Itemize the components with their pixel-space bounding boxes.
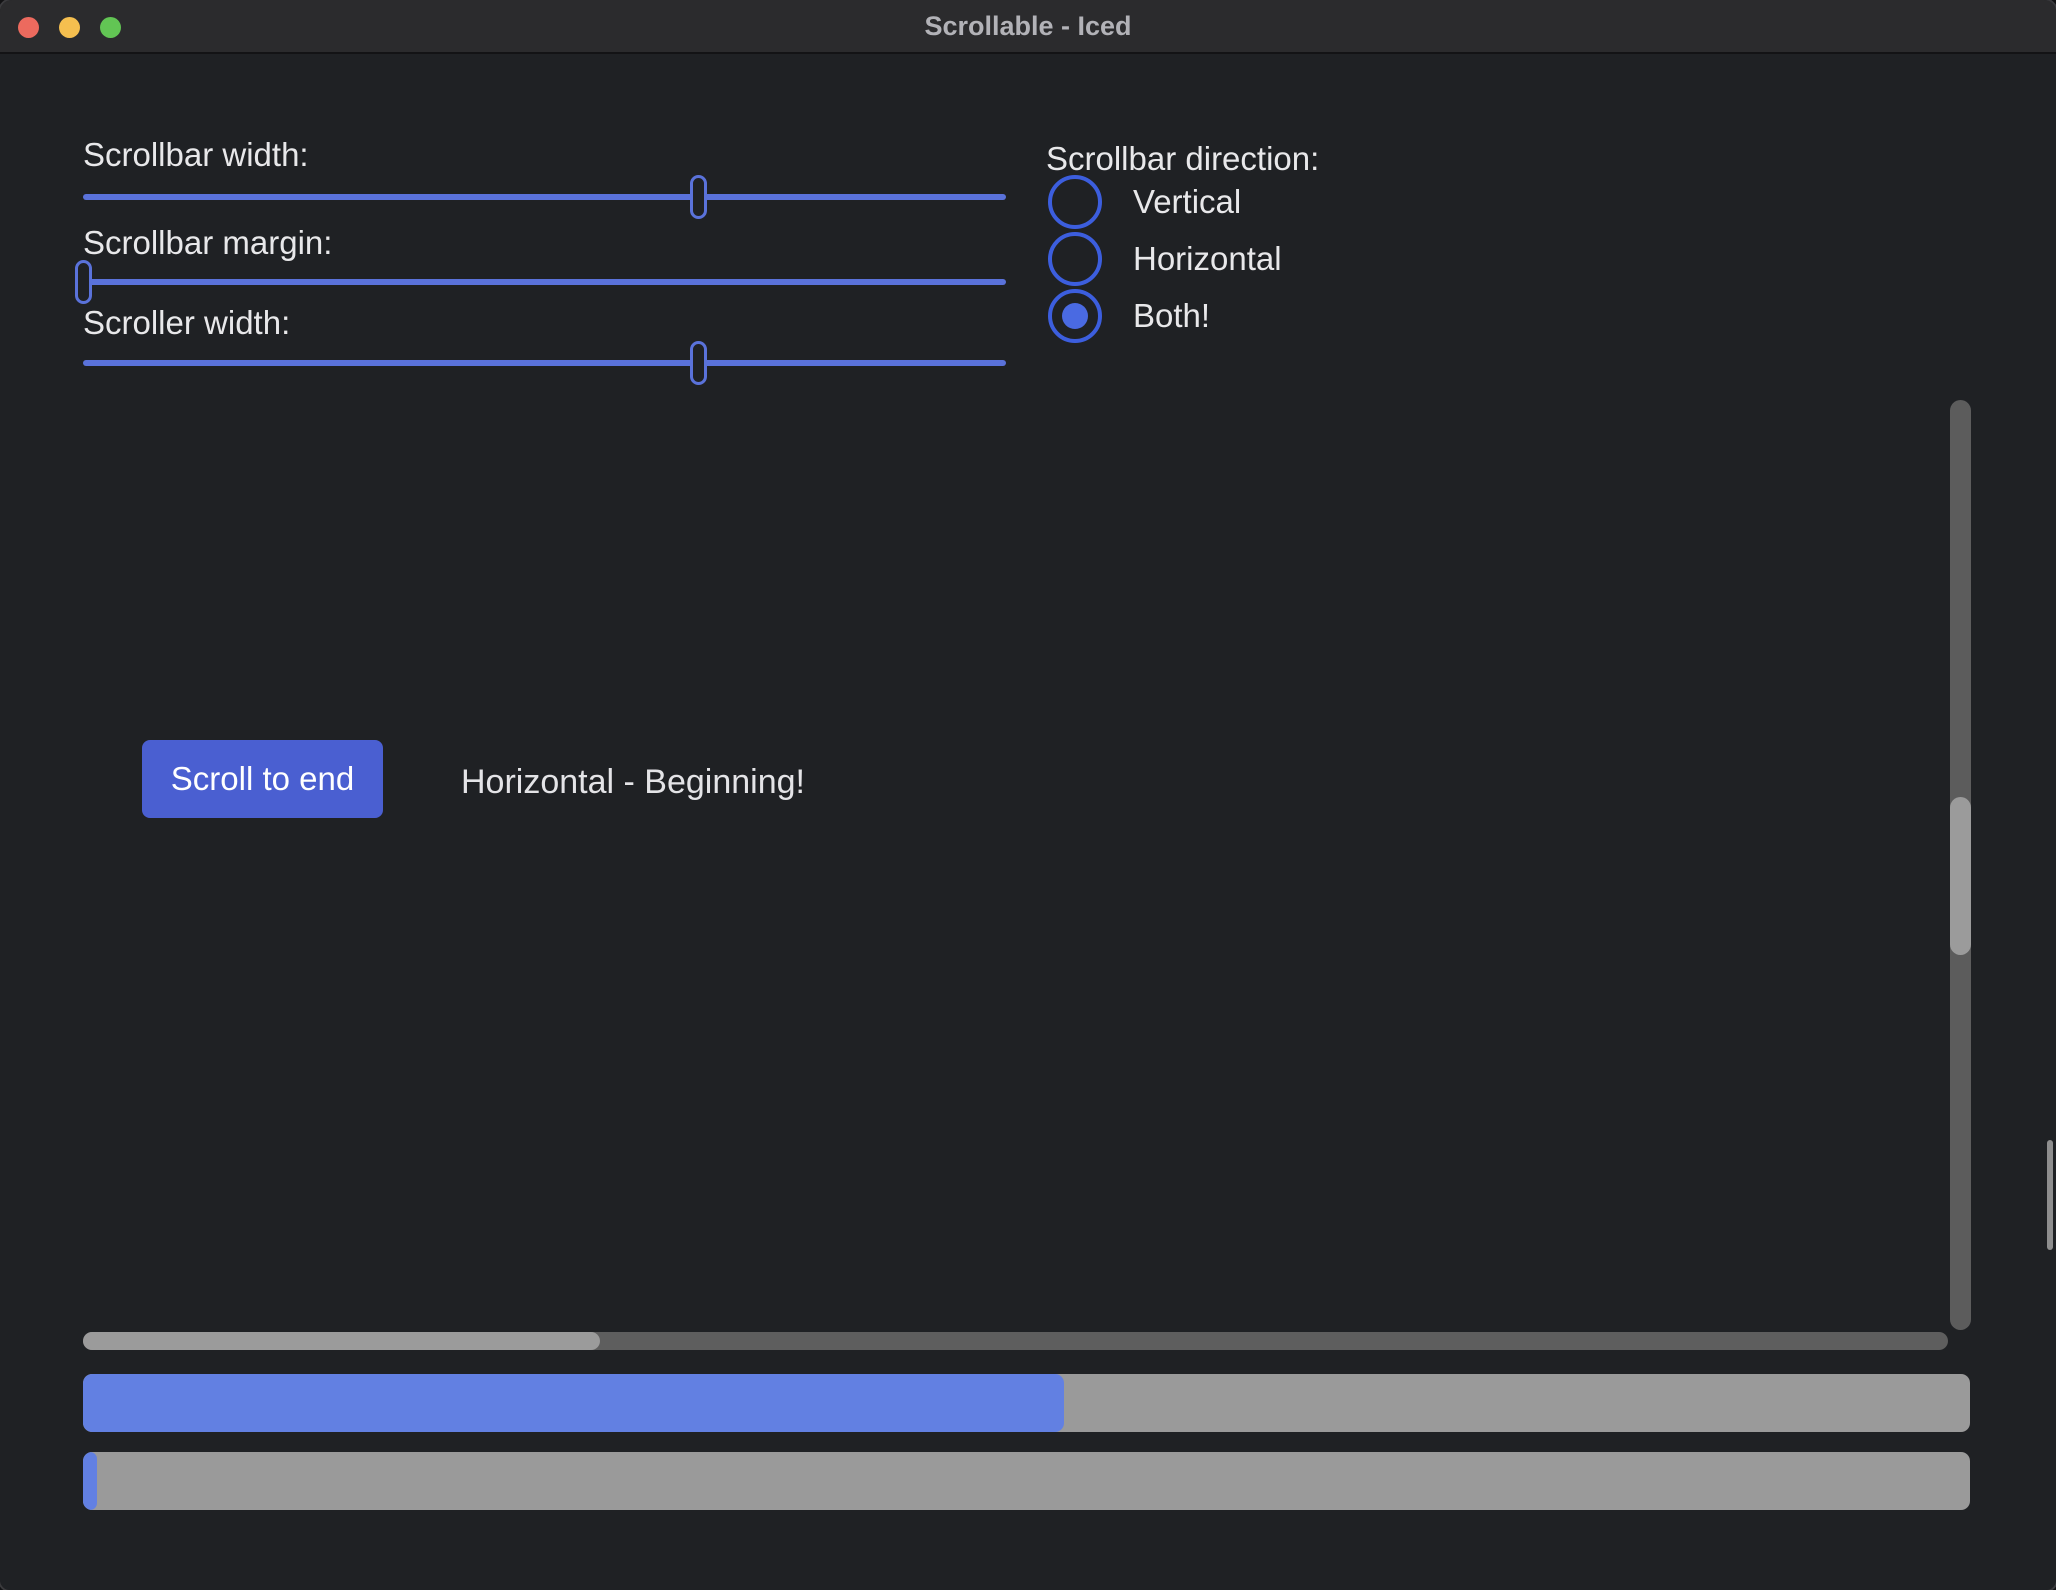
radio-both[interactable]	[1048, 289, 1102, 343]
titlebar: Scrollable - Iced	[0, 0, 2056, 54]
vertical-scrollbar-thumb[interactable]	[1950, 797, 1971, 955]
horizontal-scroll-progressbar	[83, 1452, 1970, 1510]
vertical-scroll-progressbar	[83, 1374, 1970, 1432]
scroller-width-slider[interactable]	[83, 360, 1006, 366]
scrollbar-direction-label: Scrollbar direction:	[1046, 140, 1319, 178]
radio-both-label[interactable]: Both!	[1133, 299, 1210, 333]
radio-dot-icon	[1062, 303, 1088, 329]
radio-vertical[interactable]	[1048, 175, 1102, 229]
progress-fill	[83, 1452, 97, 1510]
horizontal-scrollbar-track[interactable]	[83, 1332, 1948, 1350]
overlay-scrollbar-indicator	[2047, 1140, 2053, 1250]
scrollbar-width-label: Scrollbar width:	[83, 138, 309, 172]
horizontal-scrollbar-thumb[interactable]	[83, 1332, 600, 1350]
scrollbar-width-slider[interactable]	[83, 194, 1006, 200]
scroller-width-label: Scroller width:	[83, 306, 290, 340]
app-window: Scrollable - Iced Scrollbar width: Scrol…	[0, 0, 2056, 1590]
slider-handle[interactable]	[690, 175, 707, 219]
radio-horizontal-label[interactable]: Horizontal	[1133, 242, 1282, 276]
window-title: Scrollable - Iced	[0, 0, 2056, 54]
slider-handle[interactable]	[690, 341, 707, 385]
slider-handle[interactable]	[75, 260, 92, 304]
progress-fill	[83, 1374, 1064, 1432]
vertical-scrollbar-track[interactable]	[1950, 400, 1971, 1330]
radio-horizontal[interactable]	[1048, 232, 1102, 286]
scrollbar-margin-label: Scrollbar margin:	[83, 226, 332, 260]
scroll-to-end-button[interactable]: Scroll to end	[142, 740, 383, 818]
scroll-status-text: Horizontal - Beginning!	[461, 763, 805, 802]
scrollbar-margin-slider[interactable]	[83, 279, 1006, 285]
radio-vertical-label[interactable]: Vertical	[1133, 185, 1241, 219]
